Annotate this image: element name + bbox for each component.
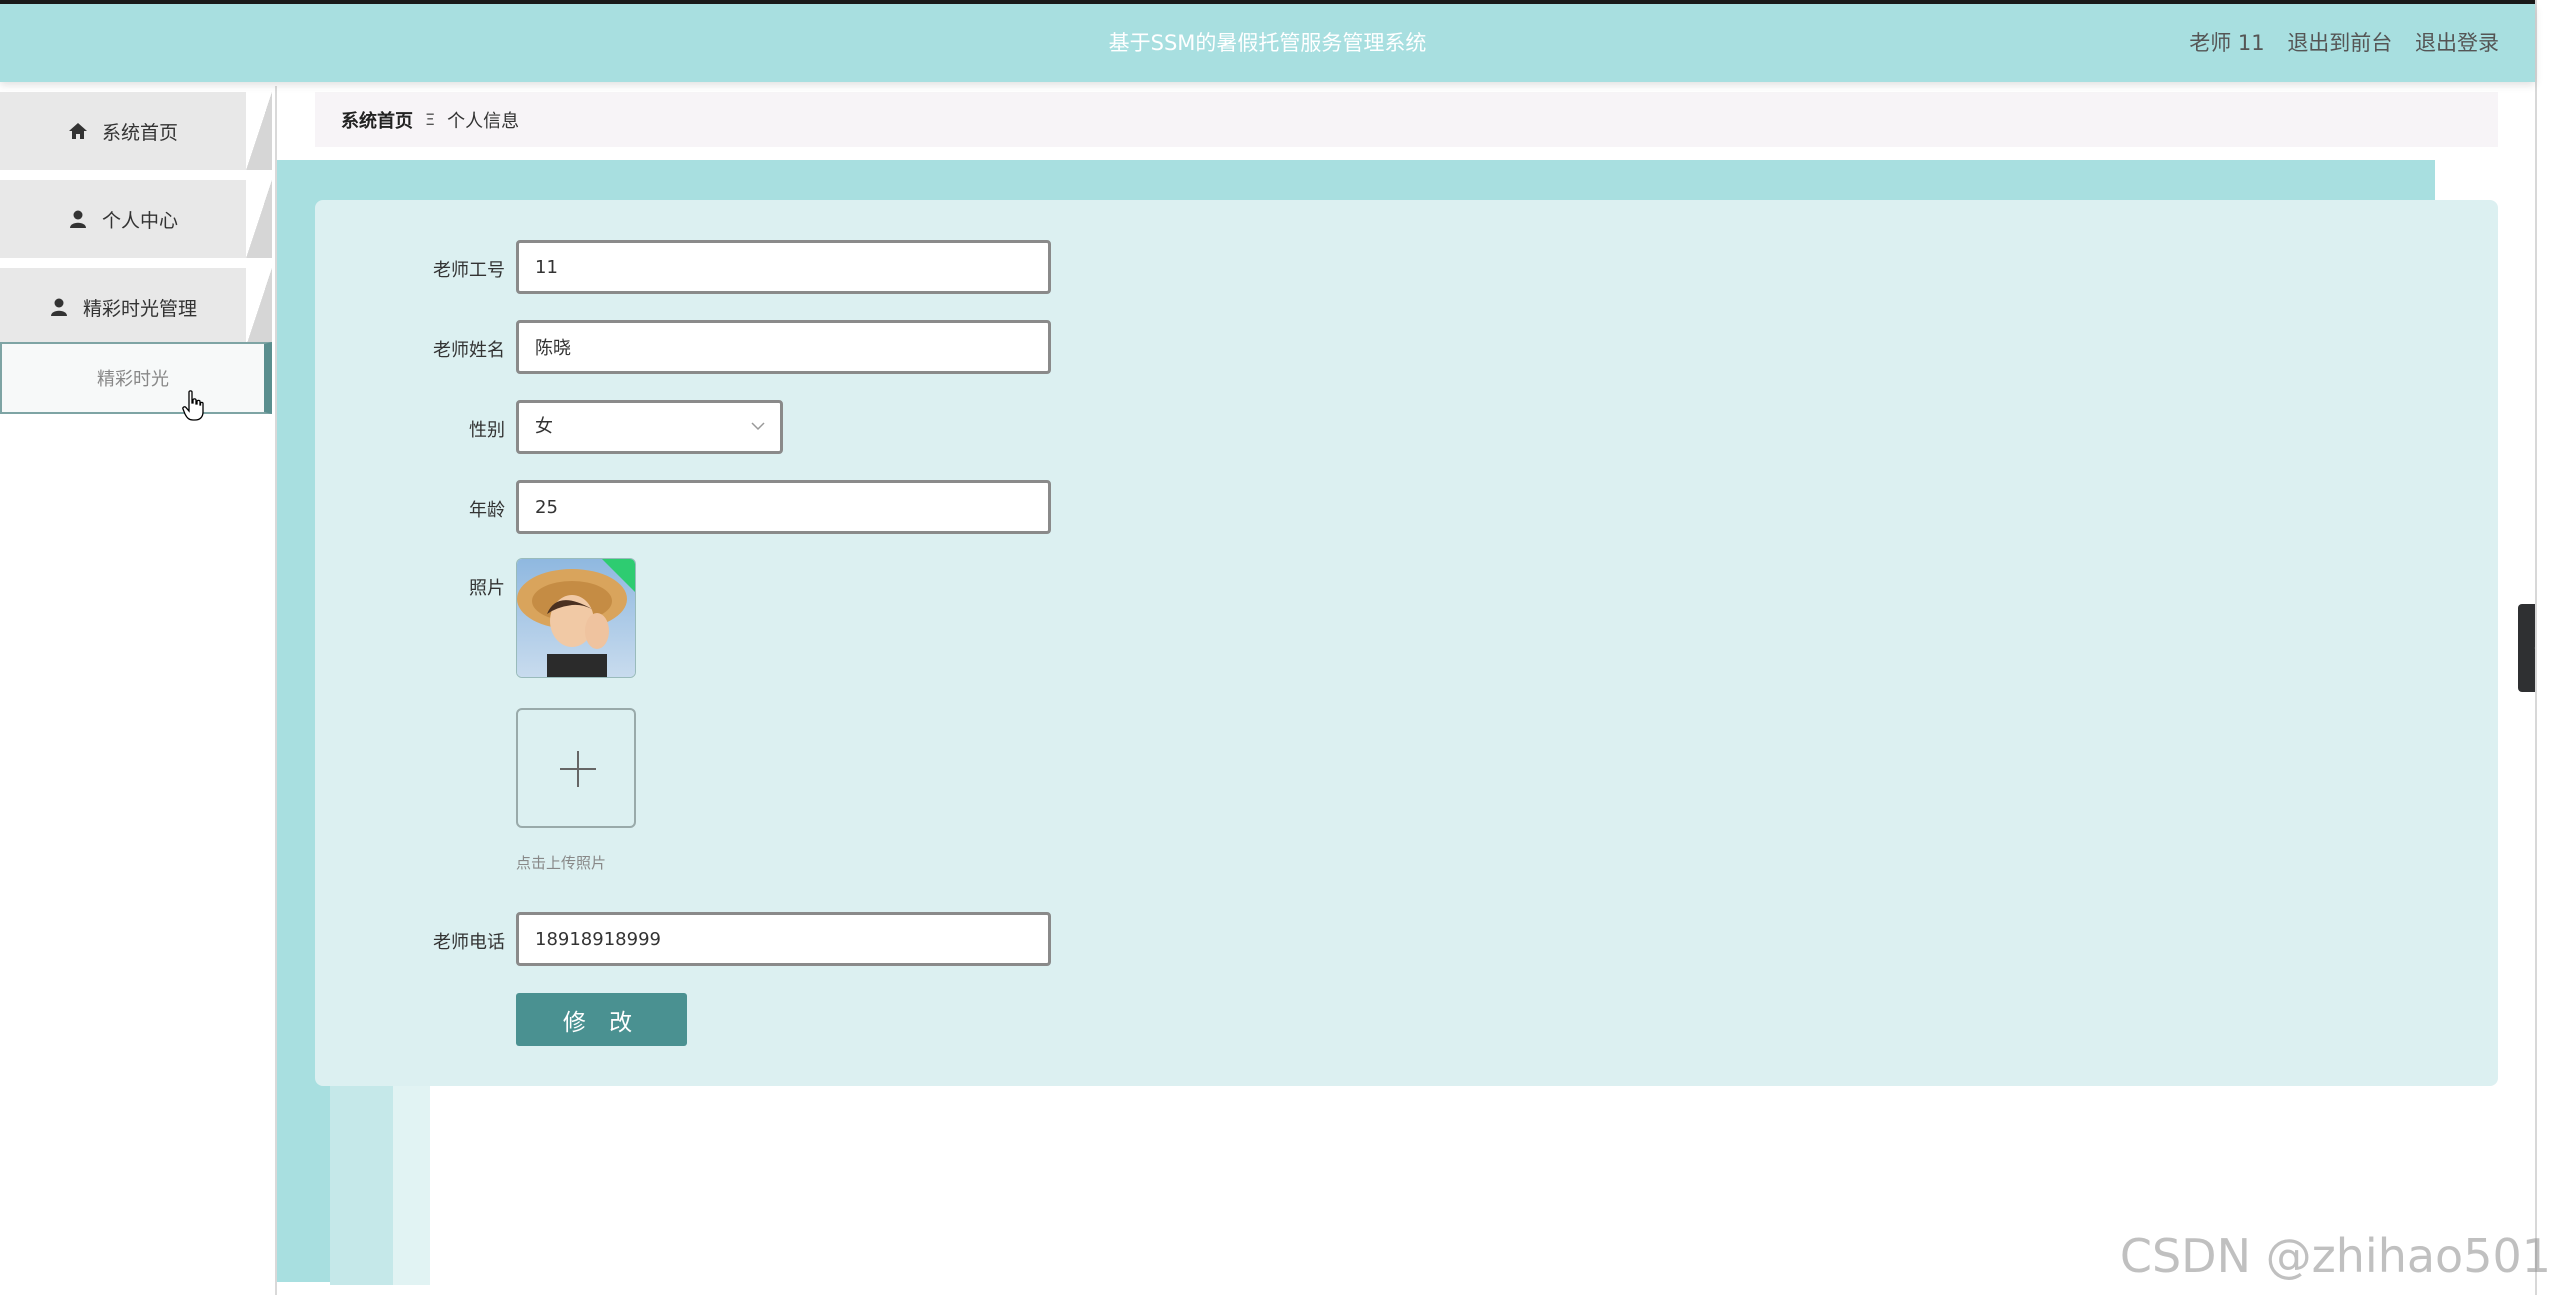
teacher-name-input[interactable]	[516, 320, 1051, 374]
breadcrumb-home-link[interactable]: 系统首页	[341, 107, 413, 133]
logout-link[interactable]: 退出登录	[2415, 31, 2499, 55]
gender-select-value: 女	[535, 416, 553, 437]
sidebar: 系统首页 个人中心 精彩时光管理 精彩时光	[0, 86, 277, 1295]
breadcrumb-separator: Ξ	[425, 110, 436, 129]
sidebar-subitem-moments[interactable]: 精彩时光	[0, 342, 272, 414]
sidebar-item-home[interactable]: 系统首页	[0, 92, 272, 170]
user-icon	[69, 210, 86, 228]
breadcrumb-current: 个人信息	[447, 110, 520, 132]
sidebar-item-label: 系统首页	[101, 121, 178, 144]
home-icon	[68, 123, 87, 139]
age-label: 年龄	[469, 500, 505, 521]
breadcrumb: 系统首页 Ξ 个人信息	[315, 92, 2498, 147]
phone-label: 老师电话	[433, 932, 505, 953]
hand-cursor-icon	[182, 390, 204, 421]
sidebar-item-personal-center[interactable]: 个人中心	[0, 180, 272, 258]
sidebar-item-label: 个人中心	[101, 209, 178, 232]
photo-label: 照片	[469, 578, 505, 599]
sidebar-item-label: 精彩时光管理	[82, 297, 197, 320]
menu-wedge-decoration	[246, 92, 272, 170]
personal-info-form: 老师工号 老师姓名 性别 女 年龄 照片	[315, 200, 2498, 1086]
top-header: 基于SSM的暑假托管服务管理系统 老师 11 退出到前台 退出登录	[0, 4, 2535, 82]
photo-upload-button[interactable]	[516, 708, 636, 828]
photo-image	[517, 559, 635, 677]
modify-button[interactable]: 修 改	[516, 993, 687, 1046]
gender-select[interactable]: 女	[516, 400, 783, 454]
app-window: 基于SSM的暑假托管服务管理系统 老师 11 退出到前台 退出登录 系统首页 个…	[0, 0, 2559, 1295]
teacher-id-input[interactable]	[516, 240, 1051, 294]
age-input[interactable]	[516, 480, 1051, 534]
menu-wedge-decoration	[246, 180, 272, 258]
chevron-down-icon	[751, 422, 765, 431]
gender-label: 性别	[469, 420, 505, 441]
current-user-label: 老师 11	[2189, 31, 2265, 55]
back-to-front-link[interactable]: 退出到前台	[2287, 31, 2392, 55]
app-title: 基于SSM的暑假托管服务管理系统	[1108, 31, 1427, 55]
teacher-name-label: 老师姓名	[433, 340, 505, 361]
phone-input[interactable]	[516, 912, 1051, 966]
plus-icon	[577, 751, 579, 787]
upload-hint: 点击上传照片	[516, 854, 607, 872]
decorative-stripe	[330, 1085, 393, 1285]
menu-wedge-decoration	[246, 268, 272, 346]
decorative-stripe	[393, 1085, 430, 1285]
watermark: CSDN @zhihao501	[2119, 1229, 2551, 1283]
teacher-id-label: 老师工号	[433, 260, 505, 281]
window-right-edge	[2535, 0, 2559, 1295]
header-user-area: 老师 11 退出到前台 退出登录	[2173, 4, 2499, 82]
teacher-photo[interactable]	[516, 558, 636, 678]
sidebar-item-moments-management[interactable]: 精彩时光管理	[0, 268, 272, 346]
user-icon	[50, 298, 67, 316]
